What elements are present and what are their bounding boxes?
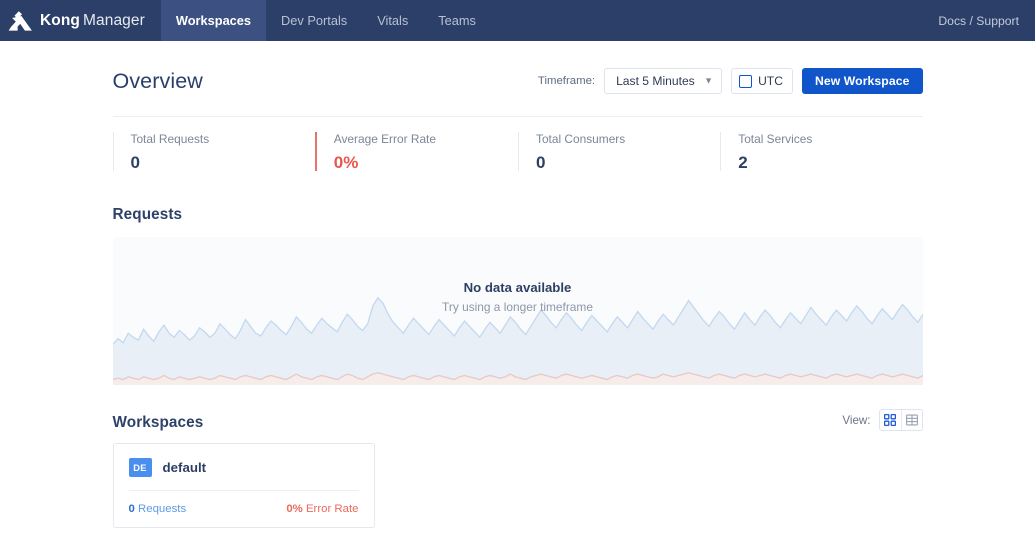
new-workspace-button[interactable]: New Workspace (801, 68, 923, 94)
stat-total-requests: Total Requests 0 (112, 132, 315, 172)
stat-label: Average Error Rate (333, 132, 436, 146)
stat-value: 0 (536, 153, 546, 172)
brand-text-manager: Manager (83, 11, 145, 29)
workspace-badge: DE (128, 458, 152, 477)
stat-label: Total Consumers (536, 132, 626, 146)
grid-view-icon[interactable] (879, 410, 901, 430)
stat-total-services: Total Services 2 (720, 132, 922, 171)
page-header: Overview Timeframe: Last 5 Minutes ▼ UTC… (113, 41, 923, 116)
chart-empty-subtitle: Try using a longer timeframe (442, 300, 593, 314)
chart-empty-state: No data available Try using a longer tim… (113, 237, 923, 385)
workspace-error-rate: 0% (286, 503, 303, 515)
workspaces-header: Workspaces View: (113, 409, 923, 432)
content-container: Overview Timeframe: Last 5 Minutes ▼ UTC… (112, 41, 923, 528)
timeframe-select-wrap: Last 5 Minutes ▼ (604, 68, 723, 94)
chart-empty-title: No data available (463, 280, 572, 295)
workspaces-grid: DE default 0 Requests 0% Error Rate (112, 443, 923, 528)
utc-checkbox-icon[interactable] (739, 74, 753, 88)
header-controls: Timeframe: Last 5 Minutes ▼ UTC New Work… (538, 68, 923, 94)
docs-support-link[interactable]: Docs / Support (938, 14, 1019, 28)
timeframe-label: Timeframe: (537, 75, 596, 87)
view-label: View: (842, 413, 871, 427)
stat-total-consumers: Total Consumers 0 (518, 132, 720, 171)
stat-value: 2 (738, 153, 748, 172)
workspace-card-default[interactable]: DE default 0 Requests 0% Error Rate (112, 443, 375, 528)
top-navbar: Kong Manager Workspaces Dev Portals Vital… (0, 0, 1035, 41)
brand-home-link[interactable]: Kong Manager (0, 0, 161, 41)
workspace-requests-stat: 0 Requests (129, 503, 187, 515)
workspace-error-label: Error Rate (305, 503, 359, 515)
nav-tab-workspaces[interactable]: Workspaces (160, 0, 267, 41)
nav-tab-vitals[interactable]: Vitals (362, 0, 423, 41)
workspace-requests-count: 0 (128, 503, 135, 515)
page-body: Overview Timeframe: Last 5 Minutes ▼ UTC… (0, 41, 1035, 528)
navbar-right: Docs / Support (938, 0, 1035, 41)
table-view-icon[interactable] (900, 410, 922, 430)
view-toggle-group (878, 409, 923, 431)
stat-value: 0 (130, 153, 140, 172)
stat-label: Total Requests (130, 132, 210, 146)
workspace-card-header: DE default (128, 458, 359, 491)
utc-label: UTC (758, 74, 783, 88)
stats-row: Total Requests 0 Average Error Rate 0% T… (112, 116, 923, 182)
workspace-name: default (162, 460, 207, 475)
workspaces-section-title: Workspaces (112, 414, 204, 431)
workspace-error-stat: 0% Error Rate (286, 503, 358, 515)
page-title: Overview (112, 68, 203, 93)
stat-value: 0% (333, 153, 359, 172)
timeframe-select[interactable]: Last 5 Minutes (604, 68, 723, 94)
requests-section-title: Requests (112, 206, 183, 223)
view-controls: View: (842, 409, 923, 432)
brand-text: Kong Manager (40, 12, 145, 30)
stat-label: Total Services (738, 132, 813, 146)
workspace-card-stats: 0 Requests 0% Error Rate (129, 491, 359, 515)
nav-tab-teams[interactable]: Teams (423, 0, 491, 41)
nav-tabs: Workspaces Dev Portals Vitals Teams (160, 0, 491, 41)
utc-toggle[interactable]: UTC (731, 68, 793, 94)
nav-tab-dev-portals[interactable]: Dev Portals (266, 0, 362, 41)
stat-average-error-rate: Average Error Rate 0% (314, 132, 518, 172)
workspace-requests-label: Requests (138, 503, 187, 515)
brand-text-kong: Kong (40, 11, 80, 29)
kong-logo-icon (8, 10, 33, 32)
requests-chart: No data available Try using a longer tim… (112, 237, 923, 385)
